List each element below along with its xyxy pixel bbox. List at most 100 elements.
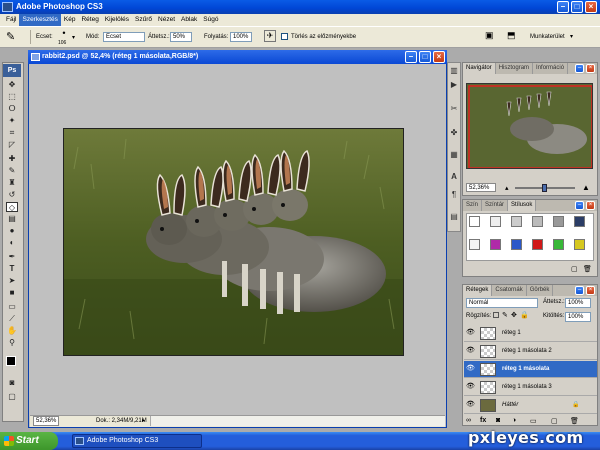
clone-source-icon[interactable]: ▦ xyxy=(449,150,459,160)
layer-style-icon[interactable]: fx xyxy=(480,417,486,424)
flow-field[interactable]: 100% xyxy=(230,32,252,42)
menu-layer[interactable]: Réteg xyxy=(78,14,101,26)
zoom-tool-icon[interactable]: ⚲ xyxy=(6,338,18,348)
menu-file[interactable]: Fájl xyxy=(3,14,19,26)
tab-paths[interactable]: Görbék xyxy=(527,285,554,296)
navigator-zoom-slider-handle[interactable] xyxy=(542,184,547,192)
lock-transparency-icon[interactable] xyxy=(493,312,499,318)
history-brush-tool-icon[interactable]: ↺ xyxy=(6,190,18,200)
lock-all-icon[interactable]: 🔒 xyxy=(520,311,529,319)
layer-opacity-field[interactable]: 100% xyxy=(565,298,591,308)
menu-select[interactable]: Kijelölés xyxy=(102,14,132,26)
brush-tool-icon[interactable]: ✎ xyxy=(6,166,18,176)
lock-move-icon[interactable]: ✥ xyxy=(511,311,517,319)
doc-size-info[interactable]: Dok.: 2,34M/9,21M xyxy=(96,416,147,427)
layer-row-background[interactable]: 👁 Háttér 🔒 xyxy=(464,397,597,414)
style-swatch[interactable] xyxy=(511,238,522,250)
style-swatch[interactable] xyxy=(469,238,480,250)
new-group-icon[interactable]: ▭ xyxy=(530,417,537,425)
eye-icon[interactable]: 👁 xyxy=(466,365,475,373)
tab-styles[interactable]: Stílusok xyxy=(508,200,537,211)
tool-presets-icon[interactable]: ✂ xyxy=(449,104,459,114)
adjustment-layer-icon[interactable]: ◑ xyxy=(512,417,516,424)
maximize-button[interactable]: □ xyxy=(571,1,583,13)
menu-edit[interactable]: Szerkesztés xyxy=(19,14,61,26)
styles-minimize-button[interactable]: – xyxy=(575,201,584,210)
navigator-close-button[interactable]: × xyxy=(586,64,595,73)
notes-tool-icon[interactable]: ▭ xyxy=(6,302,18,312)
layers-minimize-button[interactable]: – xyxy=(575,286,584,295)
tab-navigator[interactable]: Navigátor xyxy=(463,63,496,74)
workspace-dropdown-icon[interactable]: ▾ xyxy=(570,33,573,40)
bridge-icon[interactable]: ⬒ xyxy=(507,30,516,41)
mode-select[interactable]: Ecset xyxy=(103,32,145,42)
layer-row[interactable]: 👁 réteg 1 másolata 2 xyxy=(464,343,597,360)
tab-info[interactable]: Információ xyxy=(533,63,569,74)
fill-field[interactable]: 100% xyxy=(565,312,591,322)
layer-row[interactable]: 👁 réteg 1 másolata 3 xyxy=(464,379,597,396)
paragraph-panel-icon[interactable]: ¶ xyxy=(449,190,459,200)
blend-mode-select[interactable]: Normál xyxy=(466,298,538,308)
layer-row-selected[interactable]: 👁 réteg 1 másolata xyxy=(464,361,597,378)
style-swatch[interactable] xyxy=(553,238,564,250)
tab-histogram[interactable]: Hisztogram xyxy=(496,63,534,74)
doc-minimize-button[interactable]: – xyxy=(405,51,417,63)
minimize-button[interactable]: – xyxy=(557,1,569,13)
eye-icon[interactable]: 👁 xyxy=(466,329,475,337)
magic-wand-tool-icon[interactable]: ✦ xyxy=(6,116,18,126)
taskbar-photoshop-button[interactable]: Adobe Photoshop CS3 xyxy=(72,434,202,448)
tab-channels[interactable]: Csatornák xyxy=(492,285,527,296)
airbrush-icon[interactable]: ✈ xyxy=(264,30,276,42)
eraser-tool-icon[interactable]: ✎ xyxy=(6,30,15,43)
hand-tool-icon[interactable]: ✋ xyxy=(6,326,18,336)
style-swatch[interactable] xyxy=(553,216,564,227)
navigator-minimize-button[interactable]: – xyxy=(575,64,584,73)
lasso-tool-icon[interactable]: ⵔ xyxy=(6,104,18,114)
link-layers-icon[interactable]: ∞ xyxy=(466,417,471,424)
tab-swatches[interactable]: Színtár xyxy=(482,200,509,211)
layer-row[interactable]: 👁 réteg 1 xyxy=(464,325,597,342)
style-swatch[interactable] xyxy=(490,238,501,250)
delete-layer-icon[interactable]: 🗑 xyxy=(570,417,579,425)
history-panel-icon[interactable]: ▥ xyxy=(449,66,459,76)
brush-preview-icon[interactable]: • xyxy=(58,28,70,40)
zoom-out-icon[interactable]: ▴ xyxy=(505,184,509,192)
move-tool-icon[interactable]: ✥ xyxy=(6,80,18,90)
menu-image[interactable]: Kép xyxy=(61,14,79,26)
navigator-thumbnail[interactable] xyxy=(466,83,593,169)
lock-paint-icon[interactable]: ✎ xyxy=(502,311,508,319)
menu-help[interactable]: Súgó xyxy=(200,14,221,26)
doc-maximize-button[interactable]: □ xyxy=(419,51,431,63)
style-swatch[interactable] xyxy=(532,216,543,227)
zoom-in-icon[interactable]: ▲ xyxy=(582,183,590,192)
zoom-field[interactable]: 52,36% xyxy=(33,416,60,426)
foreground-color-swatch[interactable] xyxy=(6,356,16,366)
opacity-field[interactable]: 50% xyxy=(170,32,192,42)
eyedropper-tool-icon[interactable]: ⟋ xyxy=(6,314,18,324)
stamp-tool-icon[interactable]: ♜ xyxy=(6,178,18,188)
quick-mask-icon[interactable]: ◙ xyxy=(6,378,18,388)
crop-tool-icon[interactable]: ⌗ xyxy=(6,128,18,138)
dodge-tool-icon[interactable]: ◐ xyxy=(6,238,18,248)
blur-tool-icon[interactable]: ● xyxy=(6,226,18,236)
document-title[interactable]: rabbit2.psd @ 52,4% (réteg 1 másolata,RG… xyxy=(28,50,447,64)
marquee-tool-icon[interactable]: ⬚ xyxy=(6,92,18,102)
character-panel-icon[interactable]: A xyxy=(449,172,459,182)
healing-tool-icon[interactable]: ✚ xyxy=(6,154,18,164)
delete-style-icon[interactable]: 🗑 xyxy=(583,265,592,273)
brush-dropdown-icon[interactable]: ▾ xyxy=(72,34,75,41)
styles-close-button[interactable]: × xyxy=(586,201,595,210)
tab-color[interactable]: Szín xyxy=(463,200,483,211)
eraser-tool-selected-icon[interactable]: ◇ xyxy=(6,202,18,212)
rabbit-photo[interactable] xyxy=(63,128,404,356)
actions-panel-icon[interactable]: ▶ xyxy=(449,80,459,90)
pen-tool-icon[interactable]: ✒ xyxy=(6,252,18,262)
menu-window[interactable]: Ablak xyxy=(178,14,200,26)
tab-layers[interactable]: Rétegek xyxy=(463,285,493,296)
close-button[interactable]: × xyxy=(585,1,597,13)
menu-view[interactable]: Nézet xyxy=(155,14,178,26)
new-layer-icon[interactable]: ▢ xyxy=(551,417,558,425)
layer-mask-icon[interactable]: ◙ xyxy=(496,417,500,424)
style-swatch[interactable] xyxy=(511,216,522,227)
brushes-panel-icon[interactable]: ✤ xyxy=(449,128,459,138)
